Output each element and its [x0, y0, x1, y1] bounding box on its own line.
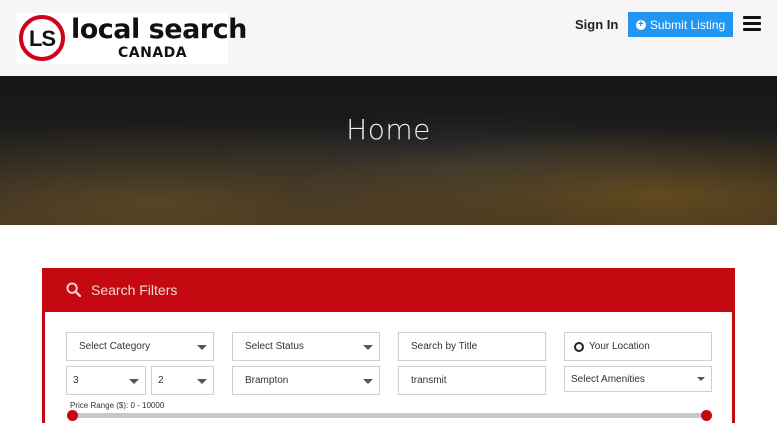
hero-banner: Home	[0, 76, 777, 225]
price-range-slider[interactable]	[67, 410, 712, 421]
title-search-input[interactable]: Search by Title	[398, 332, 546, 361]
site-logo[interactable]: LS local search CANADA	[16, 13, 247, 64]
logo-sub-text: CANADA	[118, 45, 188, 61]
city-select[interactable]: Brampton	[232, 366, 380, 395]
price-min-handle[interactable]	[67, 410, 78, 421]
keyword-input-value: transmit	[411, 375, 447, 386]
search-filters-title: Search Filters	[91, 282, 178, 298]
search-icon	[66, 282, 81, 297]
city-select-value: Brampton	[245, 375, 289, 386]
hamburger-menu-icon[interactable]	[743, 16, 761, 31]
bathrooms-select[interactable]: 2	[151, 366, 214, 395]
page-title: Home	[346, 113, 431, 146]
bedrooms-select-value: 3	[73, 375, 79, 386]
bathrooms-select-value: 2	[158, 375, 164, 386]
chevron-down-icon	[197, 379, 207, 384]
search-filters-header: Search Filters	[42, 268, 735, 312]
logo-mark-text: LS	[28, 26, 56, 51]
location-input[interactable]: Your Location	[564, 332, 712, 361]
price-range-fill	[67, 413, 712, 418]
status-select[interactable]: Select Status	[232, 332, 380, 361]
logo-main-text: local search	[71, 14, 247, 45]
status-select-value: Select Status	[245, 341, 304, 352]
location-placeholder: Your Location	[589, 341, 650, 352]
submit-listing-button[interactable]: + Submit Listing	[628, 12, 733, 37]
amenities-select[interactable]: Select Amenities	[564, 366, 712, 392]
chevron-down-icon	[363, 345, 373, 350]
sign-in-link[interactable]: Sign In	[575, 17, 618, 32]
search-filters-panel: Search Filters Select Category Select St…	[42, 268, 735, 423]
logo-mark: LS	[19, 15, 65, 61]
price-max-handle[interactable]	[701, 410, 712, 421]
plus-circle-icon: +	[635, 19, 646, 30]
price-range-label: Price Range ($): 0 - 10000	[70, 401, 165, 410]
title-search-placeholder: Search by Title	[411, 341, 478, 352]
submit-listing-label: Submit Listing	[649, 17, 726, 32]
category-select-value: Select Category	[79, 341, 151, 352]
amenities-select-value: Select Amenities	[571, 373, 645, 385]
chevron-down-icon	[697, 377, 705, 381]
site-header: LS local search CANADA Sign In + Submit …	[0, 0, 777, 76]
bedrooms-select[interactable]: 3	[66, 366, 146, 395]
chevron-down-icon	[129, 379, 139, 384]
keyword-input[interactable]: transmit	[398, 366, 546, 395]
category-select[interactable]: Select Category	[66, 332, 214, 361]
chevron-down-icon	[197, 345, 207, 350]
chevron-down-icon	[363, 379, 373, 384]
crosshair-icon	[574, 341, 584, 352]
